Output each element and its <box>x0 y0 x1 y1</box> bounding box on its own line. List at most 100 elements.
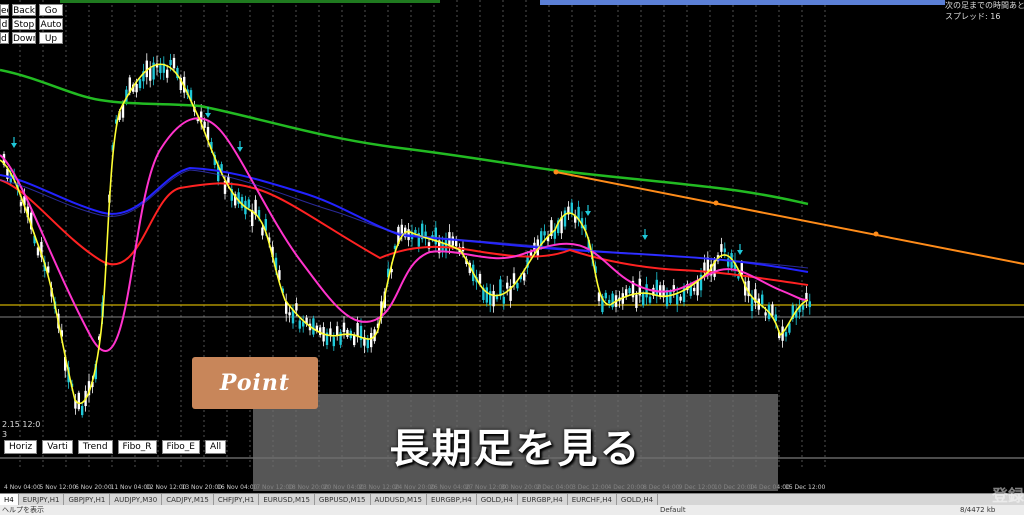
speed-button[interactable]: d <box>0 18 9 30</box>
caption-text: 長期足を見る <box>389 426 642 472</box>
candle-body <box>563 210 567 227</box>
time-readout: 2.15 12:0 <box>2 420 41 429</box>
candle-body <box>808 301 811 308</box>
candle-body <box>655 279 658 296</box>
x-tick-label: 15 Dec 12:00 <box>785 484 826 490</box>
info-box: 次の足までの時間あと23 スプレッド: 16 <box>945 0 1024 24</box>
back-button[interactable]: Back <box>12 4 36 16</box>
x-tick-label: 6 Nov 20:00 <box>75 484 112 490</box>
candle-body <box>138 79 142 89</box>
status-help: ヘルプを表示 <box>2 506 44 514</box>
select-button[interactable]: ect <box>0 4 9 16</box>
trendline-anchor <box>873 231 879 237</box>
candle-body <box>135 83 138 93</box>
horizontal-line-button[interactable]: Horiz <box>4 440 38 454</box>
auto-button[interactable]: Auto <box>39 18 63 30</box>
go-button[interactable]: Go <box>39 4 63 16</box>
candle-body <box>159 64 162 73</box>
candle-body <box>312 318 315 335</box>
candle-body <box>628 288 631 294</box>
candle-body <box>295 303 298 311</box>
up-button[interactable]: Up <box>39 32 63 44</box>
top-indicator-bar <box>60 0 440 3</box>
candle-body <box>366 339 369 349</box>
trendline-anchor <box>713 200 719 206</box>
candle-body <box>166 69 169 78</box>
candle-body <box>499 279 502 297</box>
candle-body <box>444 238 448 253</box>
candle-body <box>570 202 573 214</box>
vertical-line-button[interactable]: Varti <box>42 440 73 454</box>
candle-body <box>642 292 645 306</box>
candle-body <box>506 282 509 289</box>
candle-body <box>342 322 346 333</box>
all-button[interactable]: All <box>204 440 227 454</box>
candle-body <box>485 287 488 303</box>
down-button[interactable]: Down <box>12 32 36 44</box>
candle-body <box>329 328 332 335</box>
status-bar: ヘルプを表示 Default 8/4472 kb <box>0 505 1024 515</box>
x-tick-label: 5 Nov 12:00 <box>40 484 77 490</box>
candle-body <box>495 296 499 300</box>
candle-body <box>77 392 80 410</box>
status-traffic: 8/4472 kb <box>960 506 996 514</box>
step-button[interactable]: d 1 <box>0 32 9 44</box>
x-tick-label: 4 Nov 04:00 <box>4 484 41 490</box>
candle-body <box>523 273 526 281</box>
candle-body <box>370 333 373 348</box>
candle-body <box>172 57 176 69</box>
navigation-panel: ect Back Go d Stop Auto d 1 Down Up <box>0 4 63 44</box>
candle-body <box>492 291 495 307</box>
candle-body <box>611 293 614 308</box>
candle-body <box>203 121 206 128</box>
next-bar-time: 次の足までの時間あと23 <box>945 1 1024 10</box>
candle-body <box>288 312 291 316</box>
time-readout-sub: 3 <box>2 430 8 439</box>
candle-body <box>679 296 682 301</box>
candle-body <box>676 294 679 305</box>
candle-body <box>543 231 546 236</box>
trendline-anchor <box>553 169 559 175</box>
candle-body <box>771 304 774 316</box>
top-panel-bar <box>540 0 945 5</box>
candle-body <box>645 284 648 298</box>
point-badge-text: Point <box>219 370 291 396</box>
drawing-tools: Horiz Varti Trend Fibo_R Fibo_E All <box>4 440 227 454</box>
candle-body <box>149 67 152 81</box>
point-badge: Point <box>192 357 318 409</box>
fibo-retracement-button[interactable]: Fibo_R <box>117 440 157 454</box>
candle-body <box>434 227 437 245</box>
trendline-button[interactable]: Trend <box>77 440 113 454</box>
caption-box: 長期足を見る <box>253 394 778 491</box>
candle-body <box>696 280 699 296</box>
candle-body <box>635 294 638 308</box>
candle-body <box>169 59 172 66</box>
candle-body <box>261 227 264 236</box>
candle-body <box>346 329 349 337</box>
status-profile: Default <box>660 506 686 514</box>
candle-body <box>750 297 754 312</box>
candle-body <box>625 289 628 296</box>
candle-body <box>784 332 788 337</box>
candle-body <box>761 294 764 305</box>
candle-body <box>604 292 607 299</box>
stop-button[interactable]: Stop <box>12 18 36 30</box>
candle-body <box>608 299 611 304</box>
watermark: 登録 <box>992 486 1024 505</box>
candle-body <box>247 199 250 208</box>
candle-body <box>356 323 359 336</box>
trendline <box>555 171 1024 265</box>
candle-body <box>332 337 335 347</box>
candle-body <box>720 244 723 252</box>
fibo-expansion-button[interactable]: Fibo_E <box>161 440 200 454</box>
candle-body <box>693 287 696 292</box>
candle-body <box>516 283 519 289</box>
candle-body <box>669 291 672 303</box>
spread-readout: スプレッド: 16 <box>945 12 1001 21</box>
candle-body <box>298 320 301 329</box>
candle-body <box>723 248 726 253</box>
candle-body <box>512 273 516 284</box>
candle-body <box>451 236 454 246</box>
candle-body <box>502 296 505 304</box>
candle-body <box>648 296 652 303</box>
